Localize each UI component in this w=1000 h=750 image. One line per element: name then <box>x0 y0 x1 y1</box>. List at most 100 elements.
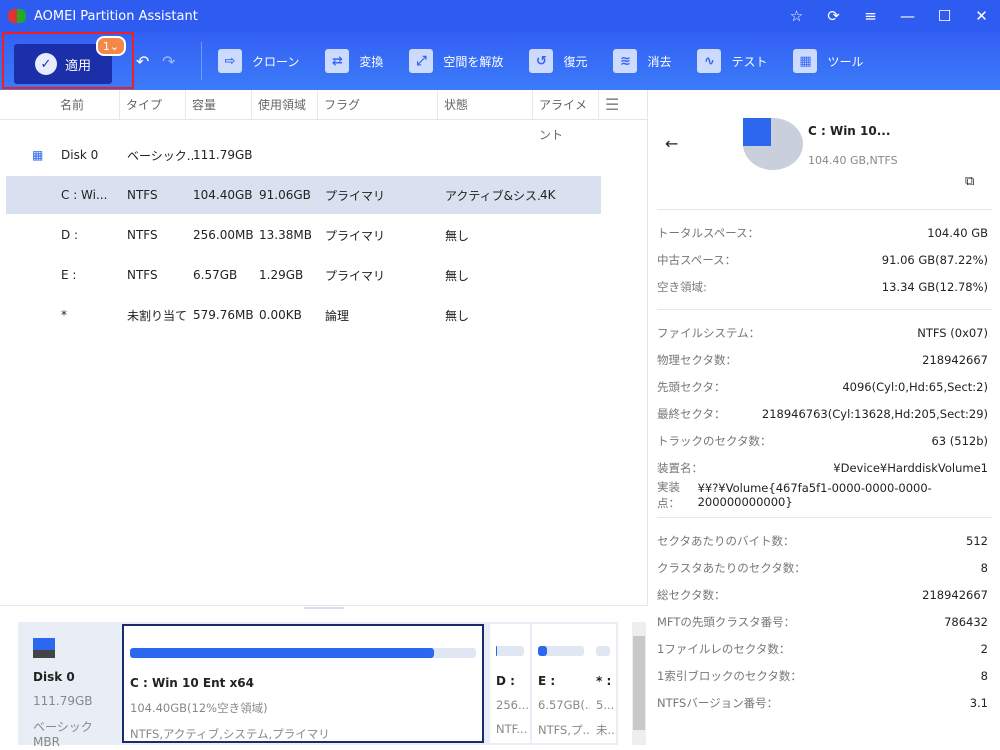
pending-operations-badge[interactable]: 1 ⌄ <box>96 36 126 56</box>
property-label: 1索引ブロックのセクタ数： <box>657 668 802 683</box>
property-value: NTFS (0x07) <box>917 325 988 340</box>
property-value: 63 (512b) <box>931 433 988 448</box>
cell-flag: プライマリ <box>325 188 386 203</box>
minimize-icon[interactable]: — <box>889 0 926 32</box>
cell-align: 4K <box>540 188 556 202</box>
partition-block[interactable]: D : 256... NTF... <box>490 624 530 743</box>
disk-map: Disk 0 111.79GB ベーシック MBR C : Win 10 Ent… <box>0 605 648 750</box>
property-value: ¥¥?¥Volume{467fa5f1-0000-0000-0000-20000… <box>697 480 932 509</box>
disk-type: ベーシック MBR <box>33 720 93 749</box>
cell-cap: 6.57GB <box>193 268 238 282</box>
cell-name: C : Wi... <box>61 188 108 202</box>
property-value: 218942667 <box>922 587 988 602</box>
disk-icon: ▦ <box>32 148 44 162</box>
property-row: 総セクタ数： 218942667 <box>649 581 1000 608</box>
cell-used: 1.29GB <box>259 268 304 282</box>
disk-info[interactable]: Disk 0 111.79GB ベーシック MBR <box>18 622 120 749</box>
table-row[interactable]: ▦ Disk 0 ベーシック... 111.79GB <box>6 136 601 174</box>
col-capacity[interactable]: 容量 <box>186 89 252 120</box>
property-row: NTFSバージョン番号： 3.1 <box>649 689 1000 716</box>
partition-icon <box>743 118 803 170</box>
col-name[interactable]: 名前 <box>0 89 120 120</box>
back-arrow-icon[interactable]: ← <box>665 134 678 153</box>
scrollbar[interactable] <box>632 622 646 745</box>
property-value: 218946763(Cyl:13628,Hd:205,Sect:29) <box>761 406 988 421</box>
property-row: セクタあたりのバイト数： 512 <box>649 527 1000 554</box>
partition-flags: NTF... <box>496 722 528 736</box>
col-status[interactable]: 状態 <box>438 89 533 120</box>
cell-type: 未割り当て <box>127 308 188 323</box>
property-value: ¥Device¥HarddiskVolume1 <box>833 460 988 475</box>
usage-bar <box>596 646 610 656</box>
table-row[interactable]: * 未割り当て 579.76MB 0.00KB 論理 無し <box>6 296 601 334</box>
cell-name: Disk 0 <box>61 148 99 162</box>
partition-block[interactable]: E : 6.57GB(... NTFS,プ... <box>532 624 590 743</box>
undo-icon[interactable]: ↶ <box>136 52 149 71</box>
property-row: 中古スペース： 91.06 GB(87.22%) <box>649 246 1000 273</box>
col-used[interactable]: 使用領域 <box>252 89 318 120</box>
partition-size: 5... <box>596 698 615 712</box>
tool-clone[interactable]: ⇨ クローン <box>218 49 299 73</box>
property-label: セクタあたりのバイト数： <box>657 533 795 548</box>
cell-flag: プライマリ <box>325 228 386 243</box>
property-label: 物理セクタ数： <box>657 352 738 367</box>
copy-icon[interactable]: ⧉ <box>965 174 974 189</box>
cell-name: E : <box>61 268 77 282</box>
tool-tools[interactable]: ▦ ツール <box>793 49 864 73</box>
property-label: 中古スペース： <box>657 252 737 267</box>
property-row: トータルスペース： 104.40 GB <box>649 219 1000 246</box>
cell-flag: 論理 <box>325 308 350 323</box>
partition-flags: NTFS,アクティブ,システム,プライマリ <box>130 727 330 741</box>
column-settings-icon[interactable]: ☰ <box>599 90 639 120</box>
table-row[interactable]: D : NTFS 256.00MB 13.38MB プライマリ 無し <box>6 216 601 254</box>
tool-label: クローン <box>252 54 300 69</box>
property-value: 8 <box>980 668 988 683</box>
property-value: 786432 <box>944 614 988 629</box>
disk-icon <box>33 638 55 658</box>
tool-wipe[interactable]: ≋ 消去 <box>613 49 671 73</box>
cell-type: NTFS <box>127 188 158 202</box>
partition-block[interactable]: C : Win 10 Ent x64 104.40GB(12%空き領域) NTFS,… <box>122 624 484 743</box>
tool-convert[interactable]: ⇄ 変換 <box>325 49 383 73</box>
property-row: 装置名： ¥Device¥HarddiskVolume1 <box>649 454 1000 481</box>
apply-label: 適用 <box>64 58 91 74</box>
cell-cap: 104.40GB <box>193 188 253 202</box>
tool-test[interactable]: ∿ テスト <box>697 49 767 73</box>
menu-icon[interactable]: ≡ <box>852 0 889 32</box>
refresh-icon[interactable]: ⟳ <box>815 0 852 32</box>
property-value: 8 <box>980 560 988 575</box>
cell-cap: 111.79GB <box>193 148 253 162</box>
tool-free-space[interactable]: ⤢ 空間を解放 <box>409 49 503 73</box>
close-icon[interactable]: ✕ <box>963 0 1000 32</box>
cell-type: ベーシック... <box>127 148 193 163</box>
cell-used: 91.06GB <box>259 188 311 202</box>
col-alignment[interactable]: アライメント <box>533 89 599 142</box>
col-type[interactable]: タイプ <box>120 89 186 120</box>
property-row: 先頭セクタ： 4096(Cyl:0,Hd:65,Sect:2) <box>649 373 1000 400</box>
disk-card[interactable]: Disk 0 111.79GB ベーシック MBR C : Win 10 Ent… <box>18 622 618 749</box>
redo-icon[interactable]: ↷ <box>162 52 175 71</box>
table-row[interactable]: E : NTFS 6.57GB 1.29GB プライマリ 無し <box>6 256 601 294</box>
resize-handle[interactable] <box>304 607 344 609</box>
apply-highlight: ✓ 適用 1 ⌄ <box>2 32 134 89</box>
partition-size: 6.57GB(... <box>538 698 590 712</box>
property-label: 実装点： <box>657 479 680 510</box>
star-icon[interactable]: ☆ <box>778 0 815 32</box>
test-icon: ∿ <box>697 49 722 73</box>
partition-block[interactable]: * : 5... 未... <box>590 624 616 743</box>
property-row: 最終セクタ： 218946763(Cyl:13628,Hd:205,Sect:29… <box>649 400 1000 427</box>
divider <box>657 517 992 518</box>
partition-title: D : <box>496 674 515 688</box>
property-row: トラックのセクタ数： 63 (512b) <box>649 427 1000 454</box>
partition-title: E : <box>538 674 556 688</box>
cell-status: 無し <box>445 268 470 283</box>
maximize-icon[interactable]: ☐ <box>926 0 963 32</box>
tool-label: 消去 <box>647 54 672 69</box>
details-title: C : Win 10... <box>808 124 891 138</box>
tool-recover[interactable]: ↺ 復元 <box>529 49 587 73</box>
recover-icon: ↺ <box>529 49 554 73</box>
col-flag[interactable]: フラグ <box>318 89 438 120</box>
table-row[interactable]: C : Wi... NTFS 104.40GB 91.06GB プライマリ アクティブ&シ… <box>6 176 601 214</box>
partition-title: C : Win 10 Ent x64 <box>130 676 255 690</box>
property-value: 4096(Cyl:0,Hd:65,Sect:2) <box>842 379 988 394</box>
